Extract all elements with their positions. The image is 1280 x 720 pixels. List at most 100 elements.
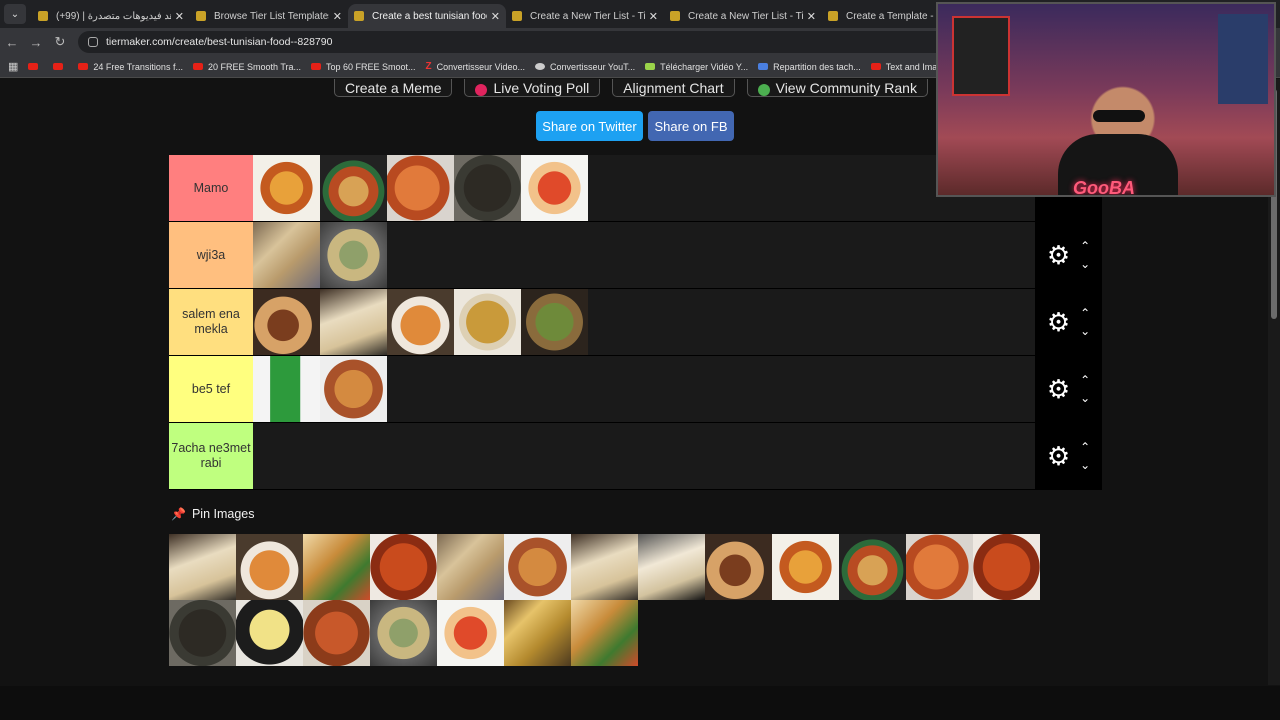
- food-image-chorba[interactable]: [387, 289, 454, 355]
- top-action-button[interactable]: View Community Rank: [746, 79, 928, 97]
- pool-image-rice[interactable]: [303, 600, 370, 666]
- pool-image-couscous[interactable]: [772, 534, 839, 600]
- back-icon[interactable]: ←: [0, 35, 24, 50]
- gear-icon[interactable]: ⚙: [1047, 376, 1070, 402]
- tab-title: شاهد فيديوهات متصدرة | (99+): [56, 10, 171, 22]
- food-image-boga[interactable]: [253, 356, 320, 422]
- gear-icon[interactable]: ⚙: [1047, 242, 1070, 268]
- tier-drop-zone[interactable]: [253, 289, 1035, 355]
- tab-close-icon[interactable]: ✕: [807, 10, 816, 23]
- bookmark-favicon-icon: [535, 63, 546, 70]
- top-action-button[interactable]: Live Voting Poll: [464, 79, 601, 97]
- bookmark-youtube-1[interactable]: [28, 63, 43, 70]
- tab-search-button[interactable]: ⌄: [4, 4, 26, 24]
- site-info-icon[interactable]: [88, 37, 98, 47]
- chevron-down-icon[interactable]: ⌄: [1080, 325, 1090, 337]
- forward-icon[interactable]: →: [24, 35, 48, 50]
- browser-tab[interactable]: Create a best tunisian food Tier ✕: [348, 4, 506, 28]
- tab-title: Create a New Tier List - TierMa: [688, 10, 803, 22]
- food-image-lablabi[interactable]: [320, 155, 387, 221]
- food-image-madfouna[interactable]: [320, 356, 387, 422]
- top-action-button[interactable]: Alignment Chart: [612, 79, 735, 97]
- reload-icon[interactable]: ↻: [48, 34, 72, 50]
- chevron-up-icon[interactable]: ⌃: [1080, 374, 1090, 386]
- chevron-down-icon[interactable]: ⌄: [1080, 392, 1090, 404]
- tier-drop-zone[interactable]: [253, 423, 1035, 489]
- chevron-down-icon[interactable]: ⌄: [1080, 459, 1090, 471]
- top-action-buttons: Create a Meme Live Voting Poll Alignment C…: [334, 79, 928, 97]
- button-icon: [757, 84, 770, 96]
- food-image-mlawi[interactable]: [320, 289, 387, 355]
- tier-drop-zone[interactable]: [253, 356, 1035, 422]
- food-image-malsouka[interactable]: [253, 222, 320, 288]
- pin-images-label: Pin Images: [191, 507, 255, 521]
- bookmark-item[interactable]: 24 Free Transitions f...: [78, 61, 183, 72]
- tier-drop-zone[interactable]: [253, 222, 1035, 288]
- apps-grid-icon[interactable]: ▦: [8, 60, 18, 73]
- pool-image-mloukhia[interactable]: [169, 600, 236, 666]
- tab-close-icon[interactable]: ✕: [649, 10, 658, 23]
- browser-tab[interactable]: Browse Tier List Templates by C ✕: [190, 4, 348, 28]
- food-image-osban[interactable]: [454, 289, 521, 355]
- tier-label[interactable]: 7acha ne3met rabi: [169, 423, 253, 489]
- pin-images-heading: 📌 Pin Images: [171, 507, 254, 521]
- tier-drop-zone[interactable]: [253, 155, 1035, 221]
- pool-image-chorba[interactable]: [236, 534, 303, 600]
- pool-image-mlawi2[interactable]: [638, 534, 705, 600]
- browser-tab[interactable]: شاهد فيديوهات متصدرة | (99+) ✕: [32, 4, 190, 28]
- tier-label[interactable]: salem ena mekla: [169, 289, 253, 355]
- food-image-kafteji[interactable]: [253, 289, 320, 355]
- tier-row: wji3a ⚙ ⌃ ⌄: [169, 222, 1102, 289]
- pool-image-mtabga[interactable]: [370, 534, 437, 600]
- pool-image-madfouna[interactable]: [504, 534, 571, 600]
- food-image-shakshuka[interactable]: [387, 155, 454, 221]
- tab-close-icon[interactable]: ✕: [333, 10, 342, 23]
- pool-image-lablabi[interactable]: [839, 534, 906, 600]
- pool-image-fries[interactable]: [303, 534, 370, 600]
- bookmark-item[interactable]: 20 FREE Smooth Tra...: [192, 61, 301, 72]
- food-image-brik[interactable]: [521, 289, 588, 355]
- food-image-mloukhia[interactable]: [454, 155, 521, 221]
- chevron-up-icon[interactable]: ⌃: [1080, 441, 1090, 453]
- gear-icon[interactable]: ⚙: [1047, 309, 1070, 335]
- tab-close-icon[interactable]: ✕: [175, 10, 184, 23]
- food-image-couscous[interactable]: [253, 155, 320, 221]
- bookmark-item[interactable]: Télécharger Vidéo Y...: [645, 61, 748, 72]
- share-fb-button[interactable]: Share on FB: [648, 111, 734, 141]
- chevron-down-icon[interactable]: ⌄: [1080, 258, 1090, 270]
- pool-image-kafteji[interactable]: [705, 534, 772, 600]
- pool-image-fries[interactable]: [571, 600, 638, 666]
- pool-image-mlawi[interactable]: [169, 534, 236, 600]
- pool-image-mtabga[interactable]: [973, 534, 1040, 600]
- bookmark-youtube-2[interactable]: [53, 63, 68, 70]
- browser-tab[interactable]: Create a New Tier List - TierMa ✕: [664, 4, 822, 28]
- pool-image-omelet[interactable]: [236, 600, 303, 666]
- tab-close-icon[interactable]: ✕: [491, 10, 500, 23]
- tier-label[interactable]: wji3a: [169, 222, 253, 288]
- streamer-logo: GooBA: [1073, 178, 1135, 197]
- tier-move-arrows: ⌃ ⌄: [1080, 240, 1090, 270]
- bookmark-item[interactable]: Convertisseur YouT...: [535, 61, 635, 72]
- top-action-button[interactable]: Create a Meme: [334, 79, 453, 97]
- bookmark-item[interactable]: Top 60 FREE Smoot...: [311, 61, 416, 72]
- pool-image-malsouka[interactable]: [437, 534, 504, 600]
- bookmark-item[interactable]: Z Convertisseur Video...: [426, 61, 526, 72]
- tier-controls: ⚙ ⌃ ⌄: [1035, 423, 1102, 489]
- tab-favicon-icon: [196, 11, 206, 21]
- tier-label[interactable]: be5 tef: [169, 356, 253, 422]
- bookmark-item[interactable]: Repartition des tach...: [758, 61, 861, 72]
- chevron-up-icon[interactable]: ⌃: [1080, 307, 1090, 319]
- food-image-pasta[interactable]: [521, 155, 588, 221]
- food-image-soup[interactable]: [320, 222, 387, 288]
- pool-image-tajine[interactable]: [504, 600, 571, 666]
- share-twitter-button[interactable]: Share on Twitter: [536, 111, 643, 141]
- pool-image-mlawi[interactable]: [571, 534, 638, 600]
- pool-image-soup[interactable]: [370, 600, 437, 666]
- pool-image-shakshuka[interactable]: [906, 534, 973, 600]
- pool-image-pasta[interactable]: [437, 600, 504, 666]
- browser-tab[interactable]: Create a New Tier List - TierMa ✕: [506, 4, 664, 28]
- gear-icon[interactable]: ⚙: [1047, 443, 1070, 469]
- chevron-up-icon[interactable]: ⌃: [1080, 240, 1090, 252]
- tier-label[interactable]: Mamo: [169, 155, 253, 221]
- tier-row: 7acha ne3met rabi ⚙ ⌃ ⌄: [169, 423, 1102, 490]
